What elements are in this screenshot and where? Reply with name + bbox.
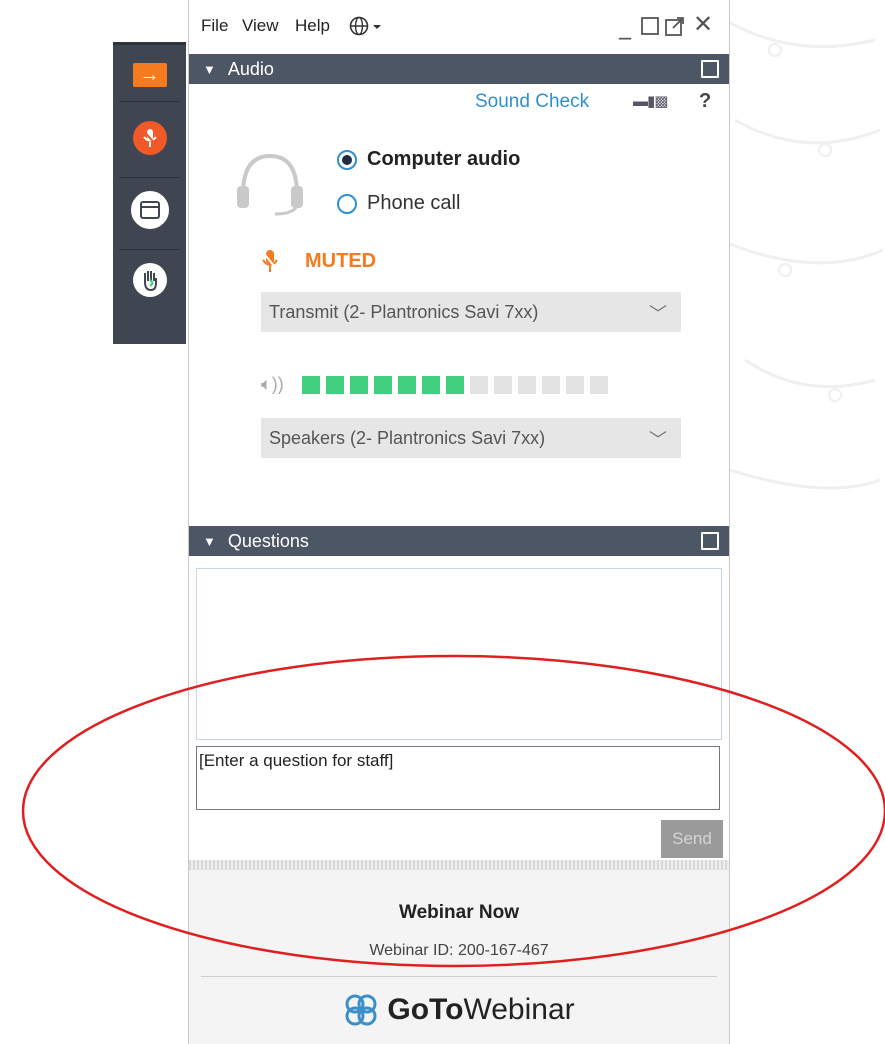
help-button[interactable]: ? bbox=[699, 90, 711, 113]
level-bar bbox=[349, 375, 368, 394]
webinar-footer: Webinar Now Webinar ID: 200-167-467 GoTo… bbox=[189, 860, 729, 1044]
questions-panel: [Enter a question for staff] Send bbox=[189, 556, 729, 858]
speaker-level-meter: 🔈︎)) bbox=[261, 374, 614, 395]
gotowebinar-logo: GoToWebinar bbox=[189, 992, 729, 1028]
speaker-icon: 🔈︎)) bbox=[261, 374, 284, 394]
webinar-id: Webinar ID: 200-167-467 bbox=[369, 942, 549, 959]
maximize-icon[interactable] bbox=[641, 14, 659, 42]
raise-hand-icon bbox=[132, 263, 167, 297]
language-globe-button[interactable] bbox=[349, 16, 383, 41]
resize-grip[interactable] bbox=[189, 860, 729, 870]
collapse-triangle-icon: ▼ bbox=[203, 533, 216, 549]
level-bar bbox=[469, 375, 488, 394]
circuit-background bbox=[719, 18, 884, 490]
questions-log[interactable] bbox=[196, 568, 722, 740]
footer-divider bbox=[201, 976, 717, 977]
speakers-value: Speakers (2- Plantronics Savi 7xx) bbox=[269, 427, 546, 448]
send-button[interactable]: Send bbox=[661, 820, 723, 858]
menu-view[interactable]: View bbox=[242, 16, 279, 36]
chevron-down-icon: ﹀ bbox=[649, 304, 667, 324]
audio-panel-title: Audio bbox=[227, 58, 274, 79]
window-icon bbox=[130, 191, 169, 229]
level-bar bbox=[589, 375, 608, 394]
chevron-down-icon: ﹀ bbox=[649, 430, 667, 450]
microphone-muted-icon bbox=[132, 121, 167, 155]
control-panel-window: File View Help _ ✕ ▼ Audio Sound Check ▬… bbox=[188, 0, 730, 1044]
level-bar bbox=[397, 375, 416, 394]
arrow-right-icon: → bbox=[132, 63, 167, 87]
computer-audio-label: Computer audio bbox=[367, 148, 521, 170]
menu-help[interactable]: Help bbox=[295, 16, 330, 36]
sidebar-divider bbox=[119, 177, 180, 178]
level-bar bbox=[325, 375, 344, 394]
menu-file[interactable]: File bbox=[201, 16, 228, 36]
radio-selected[interactable] bbox=[337, 149, 357, 170]
sidebar-divider bbox=[119, 249, 180, 250]
level-bars bbox=[301, 375, 614, 394]
level-bar bbox=[541, 375, 560, 394]
computer-audio-option[interactable]: Computer audio bbox=[337, 148, 520, 171]
microphone-select[interactable]: Transmit (2- Plantronics Savi 7xx) ﹀ bbox=[261, 292, 681, 332]
microphone-value: Transmit (2- Plantronics Savi 7xx) bbox=[269, 301, 539, 322]
speakers-select[interactable]: Speakers (2- Plantronics Savi 7xx) ﹀ bbox=[261, 418, 681, 458]
radio-unselected[interactable] bbox=[337, 193, 357, 214]
phone-call-label: Phone call bbox=[367, 192, 461, 214]
minimize-icon[interactable]: _ bbox=[619, 12, 631, 40]
screen-view-button[interactable] bbox=[113, 191, 186, 229]
logo-regular-text: Webinar bbox=[463, 993, 575, 1026]
sound-check-link[interactable]: Sound Check bbox=[475, 91, 589, 113]
logo-text: GoToWebinar bbox=[387, 993, 574, 1027]
collapse-triangle-icon: ▼ bbox=[203, 61, 216, 77]
level-bar bbox=[421, 375, 440, 394]
audio-settings-icon[interactable]: ▬▮▩ bbox=[633, 92, 668, 110]
mute-toggle-button[interactable] bbox=[113, 121, 186, 155]
headset-icon bbox=[235, 150, 305, 221]
popout-icon[interactable] bbox=[665, 14, 685, 42]
webinar-title: Webinar Now bbox=[399, 902, 519, 923]
popout-panel-icon[interactable] bbox=[701, 60, 719, 78]
gotowebinar-flower-icon bbox=[345, 994, 377, 1026]
level-bar bbox=[445, 375, 464, 394]
mute-status: MUTED bbox=[261, 248, 376, 274]
question-input[interactable]: [Enter a question for staff] bbox=[196, 746, 720, 810]
popout-panel-icon[interactable] bbox=[701, 532, 719, 550]
raise-hand-button[interactable] bbox=[113, 263, 186, 297]
questions-panel-title: Questions bbox=[227, 530, 309, 551]
microphone-muted-icon bbox=[261, 250, 279, 272]
audio-panel: Sound Check ▬▮▩ ? Computer audio Phone c… bbox=[189, 84, 729, 526]
muted-label: MUTED bbox=[305, 249, 377, 272]
close-icon[interactable]: ✕ bbox=[693, 10, 713, 38]
control-sidebar: → bbox=[113, 42, 186, 344]
sidebar-divider bbox=[119, 101, 180, 102]
menu-bar: File View Help _ ✕ bbox=[189, 0, 729, 52]
level-bar bbox=[565, 375, 584, 394]
questions-panel-header[interactable]: ▼ Questions bbox=[189, 526, 729, 556]
level-bar bbox=[373, 375, 392, 394]
audio-panel-header[interactable]: ▼ Audio bbox=[189, 54, 729, 84]
level-bar bbox=[493, 375, 512, 394]
level-bar bbox=[517, 375, 536, 394]
phone-call-option[interactable]: Phone call bbox=[337, 192, 460, 215]
logo-bold-text: GoTo bbox=[387, 993, 464, 1026]
level-bar bbox=[301, 375, 320, 394]
globe-icon bbox=[349, 16, 381, 36]
collapse-panel-button[interactable]: → bbox=[113, 63, 186, 87]
